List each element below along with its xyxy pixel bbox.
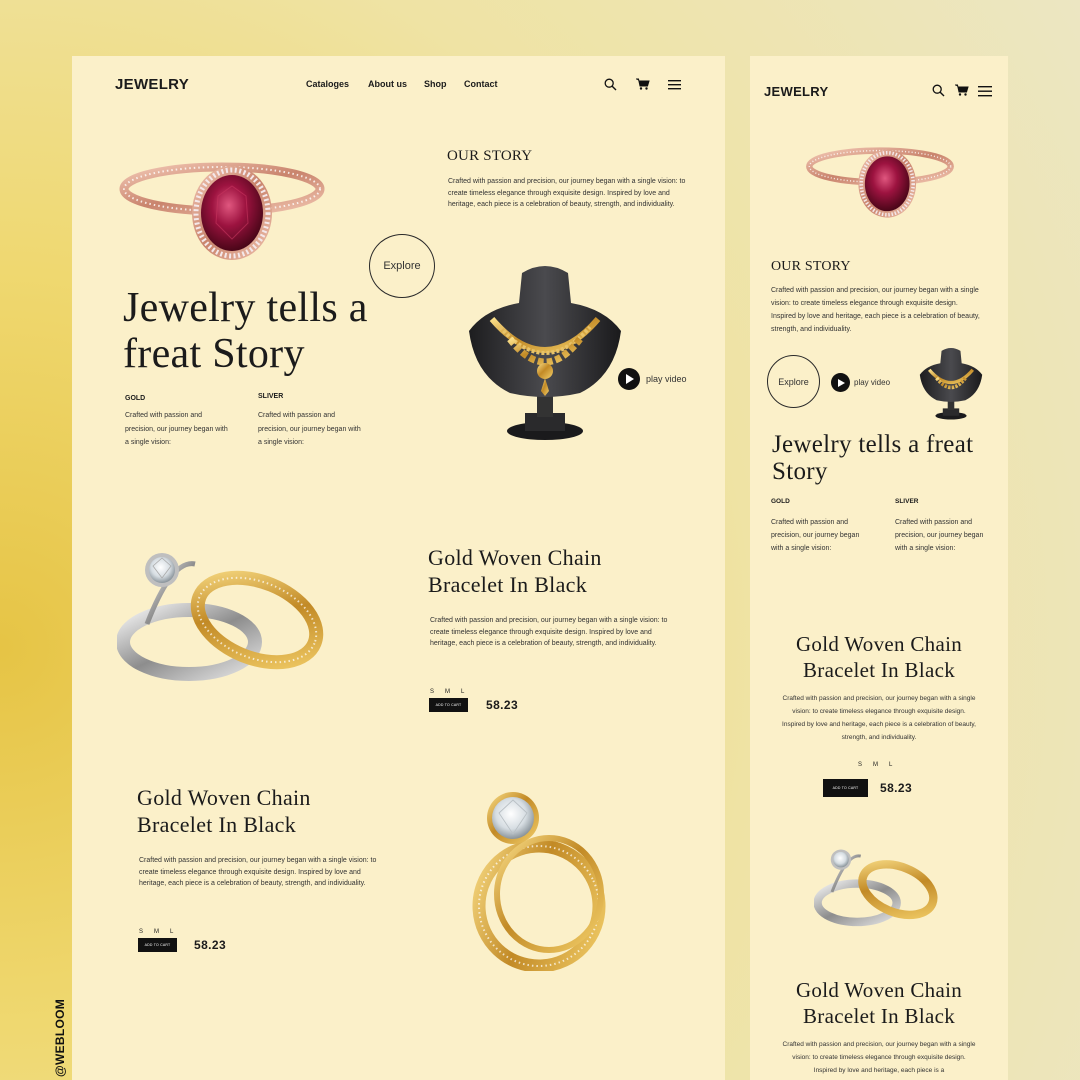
- mobile-wedding-rings-image: [814, 849, 938, 927]
- size-m[interactable]: M: [445, 689, 450, 695]
- play-video-label: play video: [646, 374, 687, 384]
- play-video-button[interactable]: play video: [618, 368, 687, 390]
- product2-title-line2: Bracelet In Black: [137, 812, 297, 837]
- mobile-feature-silver-text: Crafted with passion and precision, our …: [895, 519, 984, 552]
- product2-title-line1: Gold Woven Chain: [137, 785, 311, 810]
- mobile-product2-text: Crafted with passion and precision, our …: [782, 1041, 976, 1074]
- mobile-explore-button[interactable]: Explore: [767, 355, 820, 408]
- menu-icon[interactable]: [978, 86, 992, 97]
- mobile-hero-title-line2: Story: [772, 458, 828, 485]
- product1-title-line1: Gold Woven Chain: [428, 545, 602, 570]
- nav-shop[interactable]: Shop: [424, 79, 447, 89]
- play-icon[interactable]: [618, 368, 640, 390]
- hero-title: Jewelry tells a freat Story: [123, 285, 368, 377]
- feature-silver-text: Crafted with passion and precision, our …: [258, 412, 361, 446]
- mobile-product1-title-line1: Gold Woven Chain: [795, 632, 963, 656]
- mobile-product1-title-line2: Bracelet In Black: [802, 658, 956, 682]
- mobile-feature-silver-label: SLIVER: [895, 498, 919, 505]
- product1-text: Crafted with passion and precision, our …: [430, 617, 668, 647]
- mobile-play-video-label: play video: [854, 378, 891, 387]
- mobile-feature-gold-label: GOLD: [771, 498, 790, 505]
- product1-title: Gold Woven Chain Bracelet In Black: [428, 544, 602, 598]
- size-l[interactable]: L: [461, 689, 464, 695]
- cart-icon[interactable]: [955, 84, 969, 96]
- story-text: Crafted with passion and precision, our …: [448, 178, 686, 208]
- product1-size-options: SML: [430, 680, 475, 698]
- mobile-product1-text: Crafted with passion and precision, our …: [782, 695, 976, 741]
- mobile-product1-title: Gold Woven Chain Bracelet In Black: [750, 631, 1008, 683]
- nav-contact[interactable]: Contact: [464, 79, 498, 89]
- brand-logo[interactable]: JEWELRY: [115, 76, 189, 93]
- gold-diamond-ring-image: [472, 792, 606, 971]
- product2-text: Crafted with passion and precision, our …: [139, 857, 377, 887]
- mobile-necklace-bust-image: [919, 348, 983, 420]
- size-l[interactable]: L: [170, 929, 173, 935]
- mobile-product1-add-to-cart-button[interactable]: ADD TO CART: [823, 779, 868, 797]
- explore-button[interactable]: Explore: [369, 234, 435, 298]
- mobile-feature-gold-text: Crafted with passion and precision, our …: [771, 519, 860, 552]
- wedding-rings-image: [117, 553, 324, 681]
- size-l[interactable]: L: [889, 762, 892, 768]
- feature-silver-label: SLIVER: [258, 393, 284, 400]
- mobile-product2-title-line2: Bracelet In Black: [802, 1004, 956, 1028]
- mobile-hero-title-line1: Jewelry tells a freat: [772, 431, 974, 458]
- mobile-product2-title: Gold Woven Chain Bracelet In Black: [750, 977, 1008, 1029]
- search-icon[interactable]: [932, 84, 945, 97]
- feature-gold-text: Crafted with passion and precision, our …: [125, 412, 228, 446]
- mobile-play-video-button[interactable]: play video: [831, 373, 890, 392]
- ruby-ring-image: [119, 162, 325, 260]
- mobile-product2-title-line1: Gold Woven Chain: [795, 978, 963, 1002]
- desktop-page: JEWELRY Cataloges About us Shop Contact …: [72, 56, 725, 1080]
- mobile-ruby-ring-image: [806, 147, 954, 218]
- product2-add-to-cart-button[interactable]: ADD TO CART: [138, 938, 177, 952]
- product1-price: 58.23: [486, 698, 519, 712]
- mobile-story-title: OUR STORY: [771, 259, 851, 274]
- product1-title-line2: Bracelet In Black: [428, 572, 588, 597]
- nav-cataloges[interactable]: Cataloges: [306, 79, 349, 89]
- mobile-story-text: Crafted with passion and precision, our …: [771, 287, 980, 333]
- hero-title-line1: Jewelry tells a: [123, 285, 368, 331]
- size-s[interactable]: S: [139, 929, 143, 935]
- story-title: OUR STORY: [447, 148, 533, 164]
- nav-about-us[interactable]: About us: [368, 79, 407, 89]
- mobile-hero-title: Jewelry tells a freat Story: [772, 431, 973, 485]
- menu-icon[interactable]: [668, 80, 681, 90]
- mobile-page: JEWELRY OUR STORY Crafted with passion a…: [750, 56, 1008, 1080]
- necklace-bust-image: [469, 266, 621, 440]
- size-m[interactable]: M: [154, 929, 159, 935]
- search-icon[interactable]: [604, 78, 617, 91]
- product2-size-options: SML: [139, 920, 184, 938]
- product1-add-to-cart-button[interactable]: ADD TO CART: [429, 698, 468, 712]
- cart-icon[interactable]: [636, 78, 650, 90]
- size-m[interactable]: M: [873, 762, 878, 768]
- feature-gold-label: GOLD: [125, 395, 146, 402]
- mobile-brand-logo[interactable]: JEWELRY: [764, 84, 828, 99]
- hero-title-line2: freat Story: [123, 331, 305, 377]
- play-icon[interactable]: [831, 373, 850, 392]
- mobile-product1-size-options: SML: [858, 753, 903, 771]
- product2-title: Gold Woven Chain Bracelet In Black: [137, 784, 311, 838]
- size-s[interactable]: S: [858, 762, 862, 768]
- product2-price: 58.23: [194, 938, 227, 952]
- size-s[interactable]: S: [430, 689, 434, 695]
- watermark: @WEBLOOM: [53, 998, 67, 1077]
- mobile-product1-price: 58.23: [880, 781, 913, 795]
